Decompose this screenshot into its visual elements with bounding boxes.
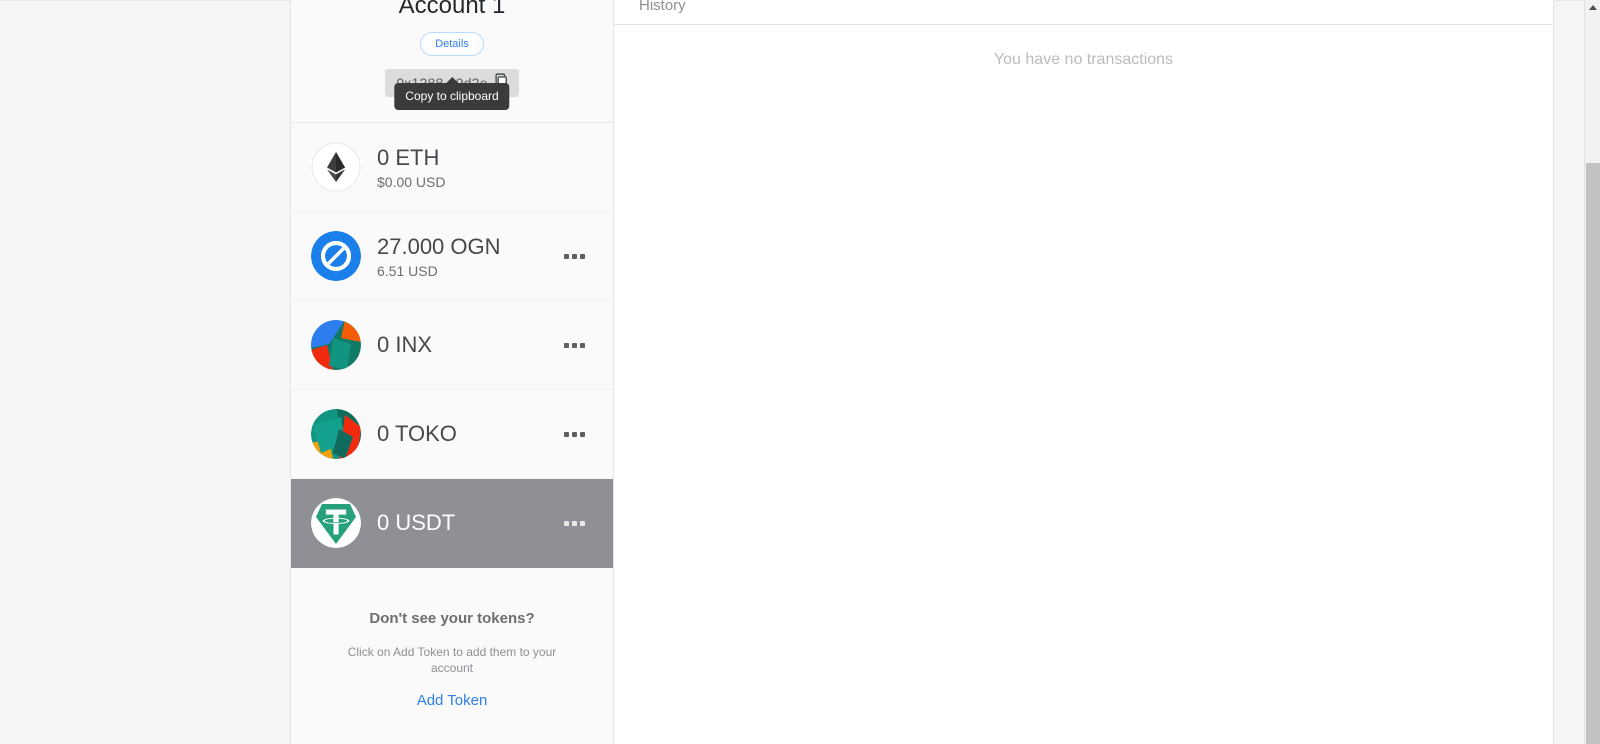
toko-icon: [311, 409, 361, 459]
scroll-up-arrow-icon[interactable]: [1588, 5, 1597, 10]
add-token-section: Don't see your tokens? Click on Add Toke…: [291, 568, 613, 710]
no-transactions-message: You have no transactions: [993, 51, 1174, 68]
asset-row-inx[interactable]: 0 INX: [291, 301, 613, 390]
dot: [564, 520, 569, 526]
dot: [572, 431, 577, 437]
asset-list: 0 ETH $0.00 USD 27.000 OGN 6.51 USD 0 IN…: [291, 123, 613, 568]
dot: [564, 342, 569, 348]
ogn-icon: [311, 231, 361, 281]
asset-row-ogn[interactable]: 27.000 OGN 6.51 USD: [291, 212, 613, 301]
history-tabs: History: [614, 0, 1553, 25]
asset-amount: 0 USDT: [377, 510, 456, 535]
inx-icon: [311, 320, 361, 370]
screen-root: Account 1 Details 0x1288...9d2e Copy to …: [0, 0, 1600, 744]
wallet-app: Account 1 Details 0x1288...9d2e Copy to …: [290, 0, 1554, 744]
asset-text-usdt: 0 USDT: [377, 510, 564, 536]
asset-menu-button-usdt[interactable]: [564, 520, 593, 526]
dot: [572, 253, 577, 259]
dot: [580, 253, 585, 259]
copy-tooltip: Copy to clipboard: [394, 83, 510, 110]
scrollbar-thumb[interactable]: [1586, 163, 1600, 744]
asset-menu-button-inx[interactable]: [564, 342, 593, 348]
asset-row-toko[interactable]: 0 TOKO: [291, 390, 613, 479]
account-name: Account 1: [398, 0, 506, 19]
dot: [580, 520, 585, 526]
dot: [580, 342, 585, 348]
details-button[interactable]: Details: [420, 32, 484, 56]
eth-icon: [311, 142, 361, 192]
asset-fiat-value: 6.51 USD: [377, 262, 438, 279]
usdt-icon: [311, 498, 361, 548]
asset-amount: 0 INX: [377, 332, 433, 357]
asset-text-toko: 0 TOKO: [377, 421, 564, 447]
asset-text-inx: 0 INX: [377, 332, 564, 358]
dot: [572, 520, 577, 526]
tab-history[interactable]: History: [639, 0, 686, 14]
assets-panel: Account 1 Details 0x1288...9d2e Copy to …: [291, 0, 614, 744]
asset-menu-button-ogn[interactable]: [564, 253, 593, 259]
asset-amount: 0 ETH: [377, 144, 440, 170]
add-token-title: Don't see your tokens?: [369, 610, 535, 627]
asset-menu-button-toko[interactable]: [564, 431, 593, 437]
asset-row-eth[interactable]: 0 ETH $0.00 USD: [291, 123, 613, 212]
history-panel: History You have no transactions: [614, 0, 1553, 744]
vertical-scrollbar[interactable]: [1584, 0, 1600, 744]
dot: [580, 431, 585, 437]
dot: [564, 431, 569, 437]
asset-text-eth: 0 ETH $0.00 USD: [377, 145, 593, 190]
asset-fiat-value: $0.00 USD: [377, 173, 446, 190]
account-header: Account 1 Details 0x1288...9d2e Copy to …: [291, 0, 613, 123]
dot: [572, 342, 577, 348]
dot: [564, 253, 569, 259]
add-token-description: Click on Add Token to add them to your a…: [347, 645, 557, 675]
asset-amount: 0 TOKO: [377, 421, 457, 446]
add-token-link[interactable]: Add Token: [417, 692, 488, 709]
asset-row-usdt[interactable]: 0 USDT: [291, 479, 613, 568]
asset-amount: 27.000 OGN: [377, 233, 501, 259]
asset-text-ogn: 27.000 OGN 6.51 USD: [377, 234, 564, 279]
